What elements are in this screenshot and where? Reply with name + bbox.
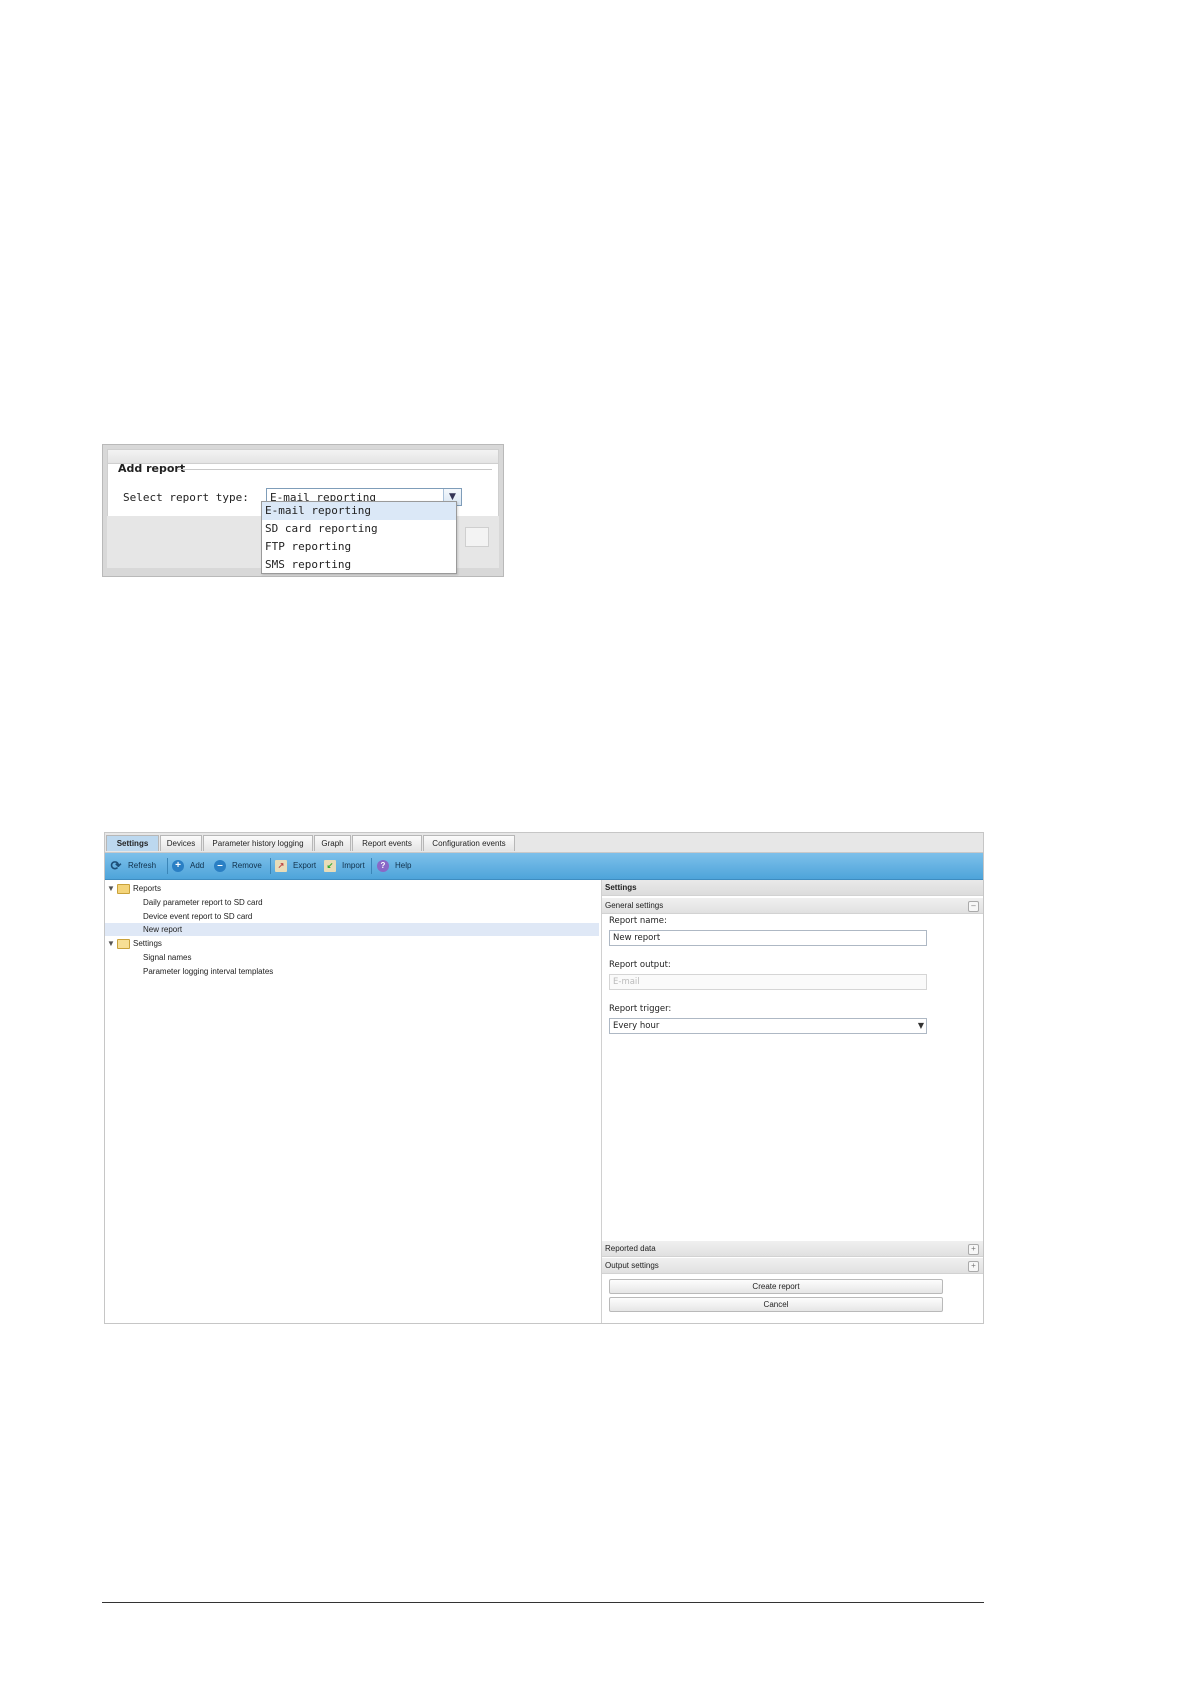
add-report-dialog: Add report Select report type: E-mail re…: [102, 444, 504, 577]
tree-item-new-report[interactable]: New report: [105, 923, 599, 936]
remove-label: Remove: [232, 861, 262, 870]
tab-report-events[interactable]: Report events: [352, 835, 422, 851]
export-label: Export: [293, 861, 317, 870]
tree-item-parameter-logging-interval-templates[interactable]: Parameter logging interval templates: [143, 965, 273, 978]
report-trigger-select[interactable]: Every hour ▼: [609, 1018, 927, 1034]
refresh-button[interactable]: ⟳ Refresh: [110, 853, 156, 879]
settings-panel-header: Settings: [602, 880, 983, 896]
option-sd-card-reporting[interactable]: SD card reporting: [262, 520, 456, 538]
import-icon: ↙: [324, 859, 336, 872]
import-button[interactable]: ↙ Import: [324, 853, 365, 879]
help-icon: ?: [377, 859, 389, 872]
tab-parameter-history-logging[interactable]: Parameter history logging: [203, 835, 313, 851]
report-tree: ▼ Reports Daily parameter report to SD ca…: [105, 880, 602, 1323]
dialog-title: Add report: [118, 462, 186, 475]
option-ftp-reporting[interactable]: FTP reporting: [262, 538, 456, 556]
chevron-down-icon[interactable]: ▼: [918, 1019, 924, 1033]
general-settings-label: General settings: [605, 901, 664, 910]
tab-bar: Settings Devices Parameter history loggi…: [105, 833, 983, 853]
report-name-label: Report name:: [609, 916, 667, 926]
tree-item-daily-parameter-report[interactable]: Daily parameter report to SD card: [143, 896, 263, 909]
add-icon: +: [172, 859, 184, 872]
add-button[interactable]: + Add: [172, 853, 204, 879]
title-divider: [178, 469, 492, 470]
general-settings-header[interactable]: General settings –: [602, 898, 983, 914]
expand-icon[interactable]: +: [968, 1244, 979, 1255]
tab-graph[interactable]: Graph: [314, 835, 351, 851]
refresh-icon: ⟳: [110, 857, 122, 873]
refresh-label: Refresh: [128, 861, 157, 870]
option-sms-reporting[interactable]: SMS reporting: [262, 556, 456, 574]
add-label: Add: [190, 861, 205, 870]
toolbar-divider: [371, 858, 372, 874]
report-trigger-value: Every hour: [613, 1021, 660, 1031]
output-settings-header[interactable]: Output settings +: [602, 1258, 983, 1274]
tab-configuration-events[interactable]: Configuration events: [423, 835, 515, 851]
expand-icon[interactable]: +: [968, 1261, 979, 1272]
reported-data-label: Reported data: [605, 1244, 656, 1253]
tree-item-device-event-report[interactable]: Device event report to SD card: [143, 910, 252, 923]
import-label: Import: [342, 861, 365, 870]
output-settings-label: Output settings: [605, 1261, 659, 1270]
tab-devices[interactable]: Devices: [160, 835, 202, 851]
tree-folder-label: Reports: [133, 884, 162, 893]
reports-application: Settings Devices Parameter history loggi…: [104, 832, 984, 1324]
toolbar-divider: [270, 858, 271, 874]
tree-folder-label: Settings: [133, 939, 162, 948]
tab-settings[interactable]: Settings: [106, 835, 159, 851]
report-name-input[interactable]: New report: [609, 930, 927, 946]
toolbar-divider: [167, 858, 168, 874]
open-folder-icon: [117, 938, 130, 949]
tree-folder-settings[interactable]: ▼ Settings: [107, 937, 162, 950]
expand-arrow-icon[interactable]: ▼: [107, 937, 117, 950]
folder-icon: [117, 883, 130, 894]
export-button[interactable]: ↗ Export: [275, 853, 316, 879]
remove-icon: –: [214, 859, 226, 872]
report-trigger-label: Report trigger:: [609, 1004, 672, 1014]
report-type-dropdown-list: E-mail reporting SD card reporting FTP r…: [261, 501, 457, 574]
option-email-reporting[interactable]: E-mail reporting: [262, 502, 456, 520]
help-label: Help: [395, 861, 412, 870]
dialog-hidden-button[interactable]: [465, 527, 489, 547]
settings-panel: Settings General settings – Report name:…: [602, 880, 983, 1323]
tree-folder-reports[interactable]: ▼ Reports: [107, 882, 161, 895]
remove-button[interactable]: – Remove: [214, 853, 262, 879]
tree-item-signal-names[interactable]: Signal names: [143, 951, 191, 964]
export-icon: ↗: [275, 859, 287, 872]
create-report-button[interactable]: Create report: [609, 1279, 943, 1294]
reported-data-header[interactable]: Reported data +: [602, 1241, 983, 1257]
cancel-button[interactable]: Cancel: [609, 1297, 943, 1312]
expand-arrow-icon[interactable]: ▼: [107, 882, 117, 895]
help-button[interactable]: ? Help: [377, 853, 411, 879]
page-footer-rule: [102, 1602, 984, 1603]
report-output-field: E-mail: [609, 974, 927, 990]
report-output-label: Report output:: [609, 960, 671, 970]
select-report-type-label: Select report type:: [123, 491, 249, 504]
toolbar: ⟳ Refresh + Add – Remove ↗ Export ↙ Import ? H…: [105, 853, 983, 880]
collapse-icon[interactable]: –: [968, 901, 979, 912]
